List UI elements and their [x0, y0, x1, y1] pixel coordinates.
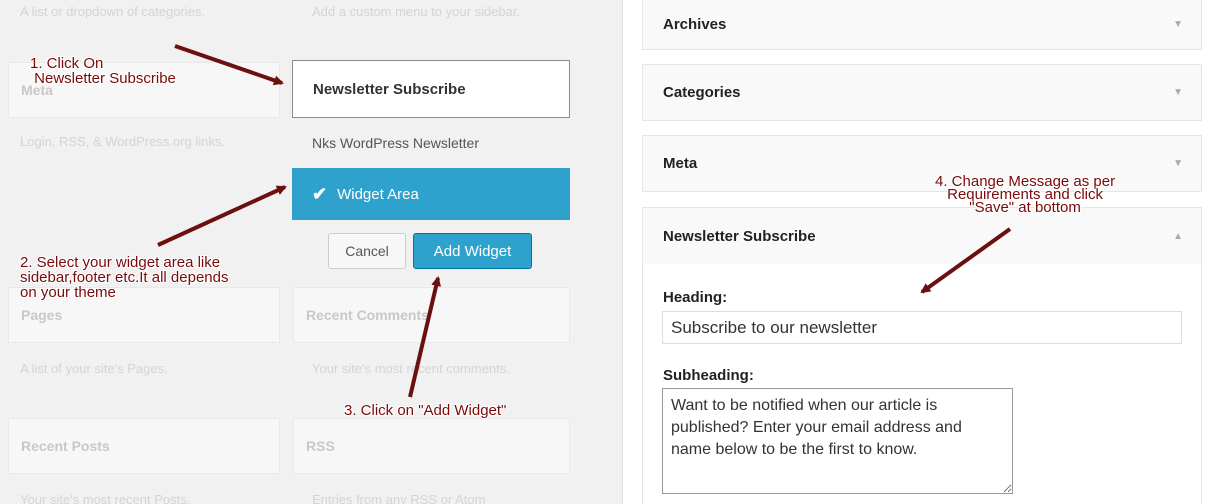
widget-categories-title: Categories [663, 84, 741, 101]
add-widget-button[interactable]: Add Widget [413, 233, 532, 269]
annotation-step1: 1. Click On Newsletter Subscribe [30, 55, 176, 87]
recent-comments-widget-desc: Your site's most recent comments. [312, 361, 510, 376]
categories-widget-desc: A list or dropdown of categories. [20, 4, 205, 19]
widget-categories[interactable]: Categories ▼ [642, 64, 1202, 121]
subheading-label: Subheading: [663, 367, 754, 384]
widget-meta[interactable]: Meta ▼ [642, 135, 1202, 192]
recent-comments-widget-title[interactable]: Recent Comments [293, 287, 570, 343]
recent-posts-widget-desc: Your site's most recent Posts. [20, 492, 191, 504]
widget-area-label: Widget Area [337, 185, 419, 203]
recent-posts-widget-label: Recent Posts [21, 438, 110, 454]
widget-meta-title: Meta [663, 155, 698, 172]
heading-input[interactable] [662, 311, 1182, 344]
widget-archives[interactable]: Archives ▼ [642, 0, 1202, 50]
collapse-arrow-icon[interactable]: ▲ [1173, 231, 1183, 242]
widget-newsletter-subscribe[interactable]: Newsletter Subscribe ▲ [642, 207, 1202, 265]
rss-widget-desc: Entries from any RSS or Atom [312, 492, 486, 504]
pages-widget-label: Pages [21, 307, 63, 323]
cancel-button[interactable]: Cancel [328, 233, 406, 269]
custom-menu-widget-desc: Add a custom menu to your sidebar. [312, 4, 521, 19]
rss-widget-label: RSS [306, 438, 335, 454]
meta-widget-desc: Login, RSS, & WordPress.org links. [20, 134, 225, 149]
chooser-widget-area-option[interactable]: ✔ Widget Area [292, 168, 570, 220]
checkmark-icon: ✔ [312, 183, 328, 204]
chooser-sidebar-name[interactable]: Nks WordPress Newsletter [292, 117, 570, 169]
pages-widget-desc: A list of your site's Pages. [20, 361, 168, 376]
expand-arrow-icon[interactable]: ▼ [1173, 19, 1183, 30]
subheading-textarea[interactable]: Want to be notified when our article is … [662, 388, 1013, 494]
rss-widget-title[interactable]: RSS [293, 418, 570, 474]
recent-comments-widget-label: Recent Comments [306, 307, 429, 323]
heading-label: Heading: [663, 289, 728, 306]
widget-archives-title: Archives [663, 16, 727, 33]
annotation-step3: 3. Click on "Add Widget" [344, 402, 507, 419]
annotation-step4: 4. Change Message as per Requirements an… [935, 173, 1116, 216]
widgets-screen: A list or dropdown of categories. Add a … [0, 0, 1222, 504]
widget-newsletter-title: Newsletter Subscribe [663, 227, 816, 245]
expand-arrow-icon[interactable]: ▼ [1173, 158, 1183, 169]
annotation-step2: 2. Select your widget area like sidebar,… [20, 254, 229, 301]
selected-widget-newsletter-subscribe[interactable]: Newsletter Subscribe [292, 60, 570, 118]
expand-arrow-icon[interactable]: ▼ [1173, 87, 1183, 98]
recent-posts-widget-title[interactable]: Recent Posts [8, 418, 280, 474]
